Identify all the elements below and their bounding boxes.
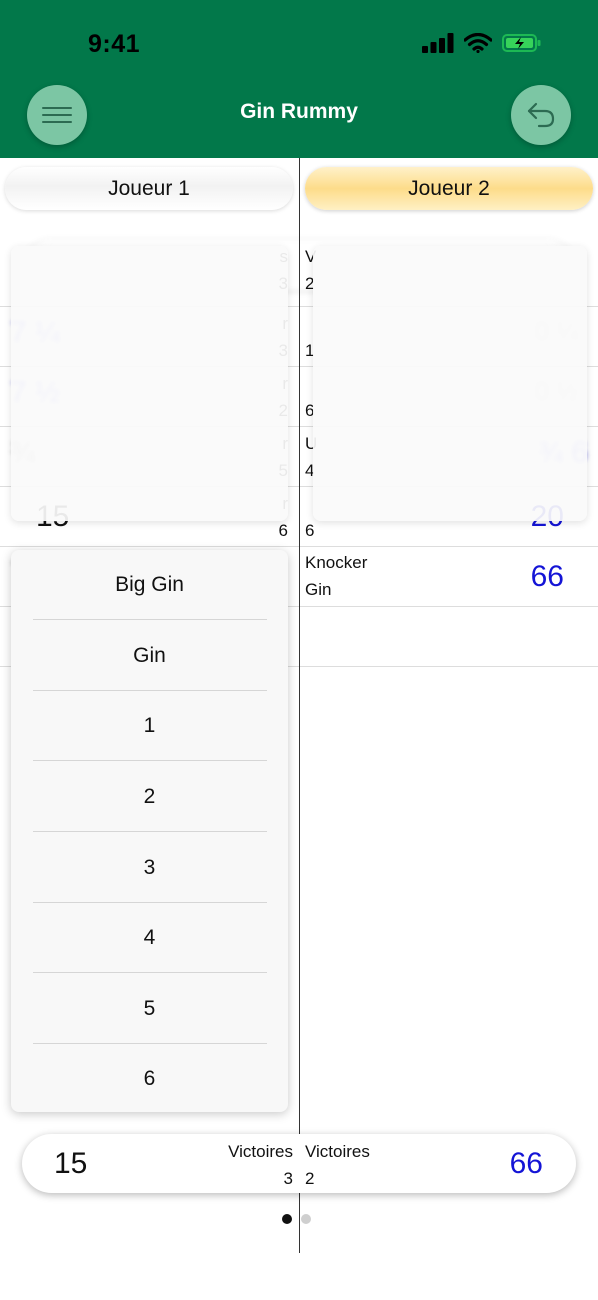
player-2-button[interactable]: Joueur 2: [305, 167, 593, 210]
column-divider: [299, 158, 300, 1253]
undo-button[interactable]: [511, 85, 571, 145]
player-1-button[interactable]: Joueur 1: [5, 167, 293, 210]
picker-option-big-gin[interactable]: Big Gin: [11, 550, 288, 620]
wifi-icon: [464, 33, 492, 53]
frosted-overlay-left: [11, 246, 288, 521]
picker-option-1[interactable]: 1: [11, 691, 288, 761]
wins-left: Victoires 3: [228, 1142, 293, 1188]
picker-option-6[interactable]: 6: [11, 1044, 288, 1114]
picker-separator: [33, 619, 267, 620]
page-indicator[interactable]: [282, 1214, 311, 1224]
wins-right: Victoires 2: [305, 1142, 370, 1188]
status-time: 9:41: [88, 30, 141, 58]
row-score-right: 66: [530, 560, 564, 593]
score-picker-menu: Big Gin Gin 1 2 3 4 5 6: [11, 550, 288, 1112]
page-dot-active[interactable]: [282, 1214, 292, 1224]
picker-option-5[interactable]: 5: [11, 974, 288, 1044]
row-label-right: Knocker Gin: [305, 553, 368, 599]
picker-option-3[interactable]: 3: [11, 833, 288, 903]
picker-separator: [33, 972, 267, 973]
picker-option-gin[interactable]: Gin: [11, 621, 288, 691]
picker-separator: [33, 760, 267, 761]
picker-option-2[interactable]: 2: [11, 762, 288, 832]
picker-option-4[interactable]: 4: [11, 903, 288, 973]
undo-icon: [527, 102, 555, 128]
battery-icon: [502, 34, 541, 52]
picker-separator: [33, 831, 267, 832]
page-dot[interactable]: [301, 1214, 311, 1224]
frosted-overlay-right: [313, 246, 587, 521]
signal-icon: [422, 33, 454, 53]
total-score-right: 66: [509, 1147, 543, 1180]
totals-bar: 15 Victoires 3 Victoires 2 66: [22, 1134, 576, 1193]
status-icons: [422, 33, 542, 53]
total-score-left: 15: [54, 1147, 88, 1180]
page-title: Gin Rummy: [240, 100, 358, 123]
app-header: 9:41 Gin Rummy: [0, 0, 598, 158]
